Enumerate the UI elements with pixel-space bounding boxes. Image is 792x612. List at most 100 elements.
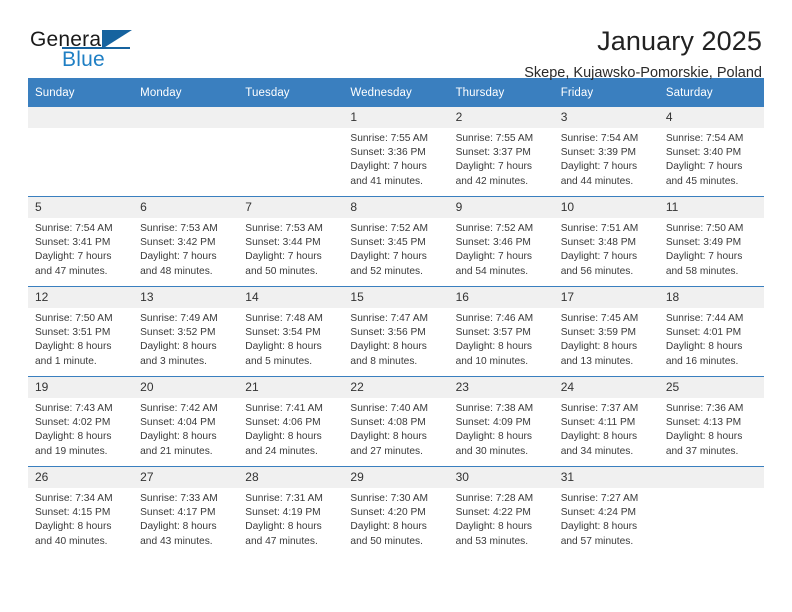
calendar-day-cell[interactable]: 10 Sunrise: 7:51 AM Sunset: 3:48 PM Dayligh… bbox=[553, 196, 659, 287]
daylight-duration-line1: Daylight: 8 hours bbox=[35, 521, 112, 533]
calendar-day-cell-empty bbox=[238, 107, 344, 197]
calendar-day-cell[interactable]: 21 Sunrise: 7:41 AM Sunset: 4:06 PM Dayligh… bbox=[238, 376, 344, 467]
calendar-day-cell[interactable]: 2 Sunrise: 7:55 AM Sunset: 3:37 PM Daylight… bbox=[448, 107, 554, 197]
calendar-day-cell-empty bbox=[28, 107, 134, 197]
daylight-duration-line2: and 57 minutes. bbox=[560, 535, 634, 547]
sunset-time: Sunset: 4:19 PM bbox=[245, 507, 321, 519]
calendar-day-cell[interactable]: 14 Sunrise: 7:48 AM Sunset: 3:54 PM Dayligh… bbox=[238, 286, 344, 377]
daylight-duration-line2: and 21 minutes. bbox=[140, 445, 213, 457]
daylight-duration-line2: and 43 minutes. bbox=[140, 535, 213, 547]
calendar-day-cell[interactable]: 17 Sunrise: 7:45 AM Sunset: 3:59 PM Dayligh… bbox=[553, 286, 659, 377]
daylight-duration-line1: Daylight: 7 hours bbox=[560, 251, 638, 263]
sunrise-time: Sunrise: 7:40 AM bbox=[350, 403, 429, 414]
calendar-day-cell[interactable]: 13 Sunrise: 7:49 AM Sunset: 3:52 PM Dayligh… bbox=[133, 286, 239, 377]
sunset-time: Sunset: 4:01 PM bbox=[665, 327, 742, 339]
day-details: Sunrise: 7:54 AM Sunset: 3:41 PM Daylight:… bbox=[28, 218, 133, 279]
daylight-duration-line1: Daylight: 8 hours bbox=[350, 341, 427, 353]
calendar-day-cell[interactable]: 26 Sunrise: 7:34 AM Sunset: 4:15 PM Dayligh… bbox=[28, 466, 134, 556]
calendar-day-cell[interactable]: 20 Sunrise: 7:42 AM Sunset: 4:04 PM Dayligh… bbox=[133, 376, 239, 467]
day-details: Sunrise: 7:45 AM Sunset: 3:59 PM Daylight:… bbox=[554, 308, 659, 369]
calendar-day-cell[interactable]: 9 Sunrise: 7:52 AM Sunset: 3:46 PM Daylight… bbox=[448, 196, 554, 287]
sunset-time: Sunset: 3:51 PM bbox=[35, 327, 111, 339]
sunrise-time: Sunrise: 7:53 AM bbox=[140, 223, 218, 234]
day-number: 16 bbox=[448, 287, 554, 308]
page-subtitle: Skepe, Kujawsko-Pomorskie, Poland bbox=[524, 65, 762, 81]
day-number: 2 bbox=[448, 107, 554, 128]
sunrise-time: Sunrise: 7:54 AM bbox=[665, 133, 744, 144]
general-blue-logo[interactable]: General Blue bbox=[28, 26, 148, 78]
calendar-day-cell[interactable]: 28 Sunrise: 7:31 AM Sunset: 4:19 PM Dayligh… bbox=[238, 466, 344, 556]
calendar-day-cell[interactable]: 18 Sunrise: 7:44 AM Sunset: 4:01 PM Dayligh… bbox=[658, 286, 764, 377]
calendar-day-cell[interactable]: 23 Sunrise: 7:38 AM Sunset: 4:09 PM Dayligh… bbox=[448, 376, 554, 467]
calendar-day-cell[interactable]: 5 Sunrise: 7:54 AM Sunset: 3:41 PM Daylight… bbox=[28, 196, 134, 287]
day-details: Sunrise: 7:33 AM Sunset: 4:17 PM Daylight:… bbox=[133, 488, 238, 549]
day-details: Sunrise: 7:51 AM Sunset: 3:48 PM Daylight:… bbox=[554, 218, 659, 279]
daylight-duration-line1: Daylight: 8 hours bbox=[245, 521, 322, 533]
daylight-duration-line2: and 8 minutes. bbox=[350, 355, 418, 367]
calendar-day-cell[interactable]: 3 Sunrise: 7:54 AM Sunset: 3:39 PM Daylight… bbox=[553, 107, 659, 197]
calendar-day-cell[interactable]: 12 Sunrise: 7:50 AM Sunset: 3:51 PM Dayligh… bbox=[28, 286, 134, 377]
daylight-duration-line2: and 45 minutes. bbox=[665, 175, 739, 187]
calendar-week-row: 12 Sunrise: 7:50 AM Sunset: 3:51 PM Dayligh… bbox=[28, 286, 764, 377]
day-details: Sunrise: 7:34 AM Sunset: 4:15 PM Daylight:… bbox=[28, 488, 133, 549]
weekday-header-monday: Monday bbox=[133, 78, 239, 107]
daylight-duration-line2: and 56 minutes. bbox=[560, 265, 634, 277]
calendar-day-cell[interactable]: 22 Sunrise: 7:40 AM Sunset: 4:08 PM Dayligh… bbox=[343, 376, 449, 467]
calendar-day-cell[interactable]: 11 Sunrise: 7:50 AM Sunset: 3:49 PM Dayligh… bbox=[658, 196, 764, 287]
title-block: January 2025 Skepe, Kujawsko-Pomorskie, … bbox=[524, 26, 764, 83]
sunset-time: Sunset: 4:24 PM bbox=[560, 507, 637, 519]
daylight-duration-line2: and 42 minutes. bbox=[455, 175, 529, 187]
calendar-day-cell[interactable]: 24 Sunrise: 7:37 AM Sunset: 4:11 PM Dayligh… bbox=[553, 376, 659, 467]
daylight-duration-line2: and 44 minutes. bbox=[560, 175, 634, 187]
calendar-day-cell[interactable]: 29 Sunrise: 7:30 AM Sunset: 4:20 PM Dayligh… bbox=[343, 466, 449, 556]
daylight-duration-line2: and 5 minutes. bbox=[245, 355, 313, 367]
sunrise-time: Sunrise: 7:53 AM bbox=[245, 223, 323, 234]
calendar-day-cell[interactable]: 27 Sunrise: 7:33 AM Sunset: 4:17 PM Dayligh… bbox=[133, 466, 239, 556]
calendar-body: 1 Sunrise: 7:55 AM Sunset: 3:36 PM Daylight… bbox=[28, 107, 764, 556]
sunrise-time: Sunrise: 7:42 AM bbox=[140, 403, 218, 414]
day-number: 18 bbox=[658, 287, 764, 308]
calendar-day-cell[interactable]: 7 Sunrise: 7:53 AM Sunset: 3:44 PM Daylight… bbox=[238, 196, 344, 287]
sunset-time: Sunset: 4:08 PM bbox=[350, 417, 426, 429]
sunset-time: Sunset: 4:04 PM bbox=[140, 417, 216, 429]
weekday-header-tuesday: Tuesday bbox=[238, 78, 344, 107]
sunrise-time: Sunrise: 7:52 AM bbox=[455, 223, 534, 234]
daylight-duration-line1: Daylight: 7 hours bbox=[140, 251, 217, 263]
day-details: Sunrise: 7:28 AM Sunset: 4:22 PM Daylight:… bbox=[449, 488, 554, 549]
day-number: 29 bbox=[343, 467, 449, 488]
daylight-duration-line1: Daylight: 8 hours bbox=[455, 341, 533, 353]
sunset-time: Sunset: 4:13 PM bbox=[665, 417, 742, 429]
daylight-duration-line1: Daylight: 7 hours bbox=[350, 161, 427, 173]
calendar-day-cell[interactable]: 25 Sunrise: 7:36 AM Sunset: 4:13 PM Dayligh… bbox=[658, 376, 764, 467]
calendar-day-cell[interactable]: 16 Sunrise: 7:46 AM Sunset: 3:57 PM Dayligh… bbox=[448, 286, 554, 377]
daylight-duration-line1: Daylight: 8 hours bbox=[665, 341, 743, 353]
daylight-duration-line1: Daylight: 8 hours bbox=[560, 431, 638, 443]
calendar-day-cell[interactable]: 15 Sunrise: 7:47 AM Sunset: 3:56 PM Dayligh… bbox=[343, 286, 449, 377]
calendar-day-cell[interactable]: 19 Sunrise: 7:43 AM Sunset: 4:02 PM Dayligh… bbox=[28, 376, 134, 467]
calendar-day-cell[interactable]: 1 Sunrise: 7:55 AM Sunset: 3:36 PM Daylight… bbox=[343, 107, 449, 197]
calendar-day-cell[interactable]: 31 Sunrise: 7:27 AM Sunset: 4:24 PM Dayligh… bbox=[553, 466, 659, 556]
day-number: 28 bbox=[238, 467, 344, 488]
daylight-duration-line1: Daylight: 8 hours bbox=[455, 431, 533, 443]
daylight-duration-line1: Daylight: 8 hours bbox=[140, 341, 217, 353]
calendar-day-cell[interactable]: 30 Sunrise: 7:28 AM Sunset: 4:22 PM Dayligh… bbox=[448, 466, 554, 556]
sunrise-time: Sunrise: 7:38 AM bbox=[455, 403, 534, 414]
sunrise-time: Sunrise: 7:54 AM bbox=[35, 223, 113, 234]
calendar-day-cell[interactable]: 4 Sunrise: 7:54 AM Sunset: 3:40 PM Daylight… bbox=[658, 107, 764, 197]
sunrise-time: Sunrise: 7:45 AM bbox=[560, 313, 639, 324]
weekday-header-wednesday: Wednesday bbox=[343, 78, 449, 107]
sunrise-time: Sunrise: 7:50 AM bbox=[665, 223, 744, 234]
daylight-duration-line1: Daylight: 7 hours bbox=[665, 251, 743, 263]
day-number: 13 bbox=[133, 287, 239, 308]
daylight-duration-line2: and 40 minutes. bbox=[35, 535, 108, 547]
daylight-duration-line1: Daylight: 7 hours bbox=[560, 161, 638, 173]
day-details: Sunrise: 7:30 AM Sunset: 4:20 PM Daylight:… bbox=[343, 488, 448, 549]
day-number: 5 bbox=[28, 197, 134, 218]
daylight-duration-line1: Daylight: 7 hours bbox=[665, 161, 743, 173]
daylight-duration-line2: and 50 minutes. bbox=[350, 535, 423, 547]
daylight-duration-line1: Daylight: 8 hours bbox=[140, 521, 217, 533]
calendar-day-cell[interactable]: 8 Sunrise: 7:52 AM Sunset: 3:45 PM Daylight… bbox=[343, 196, 449, 287]
day-details: Sunrise: 7:55 AM Sunset: 3:37 PM Daylight:… bbox=[449, 128, 554, 189]
sunrise-time: Sunrise: 7:33 AM bbox=[140, 493, 218, 504]
calendar-day-cell[interactable]: 6 Sunrise: 7:53 AM Sunset: 3:42 PM Daylight… bbox=[133, 196, 239, 287]
